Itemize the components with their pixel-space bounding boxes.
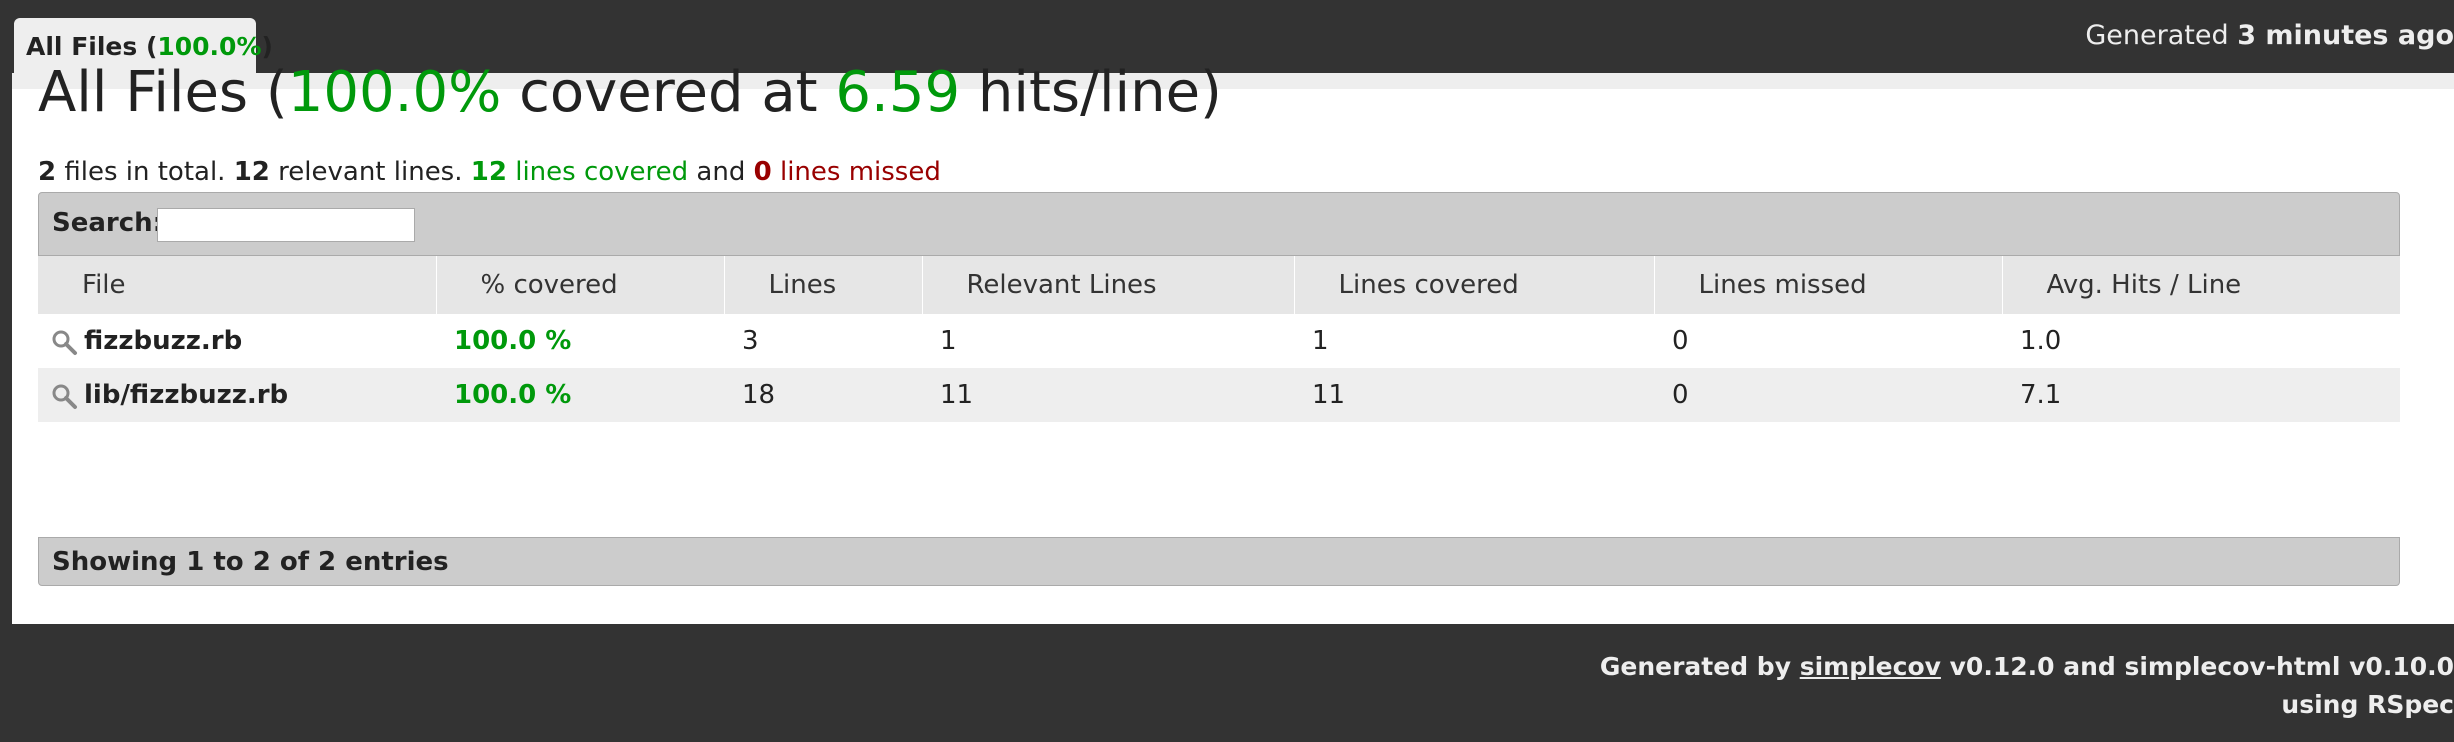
avg-hits-cell: 7.1: [2002, 368, 2400, 422]
footer-using: using RSpec: [2281, 690, 2454, 719]
column-header-file[interactable]: File: [38, 256, 437, 314]
column-header-avg-hits[interactable]: Avg. Hits / Line: [2002, 256, 2400, 314]
tab-label-suffix: ): [261, 32, 273, 61]
magnifier-icon: [50, 382, 78, 410]
relevant-lines-cell: 11: [922, 368, 1294, 422]
tab-label-prefix: All Files (: [26, 32, 158, 61]
search-input[interactable]: [157, 208, 415, 242]
file-cell[interactable]: fizzbuzz.rb: [38, 314, 436, 368]
column-header-lines-covered[interactable]: Lines covered: [1294, 256, 1655, 314]
column-header-lines[interactable]: Lines: [724, 256, 923, 314]
files-table: File % covered Lines Relevant Lines Line…: [38, 256, 2400, 422]
column-header-covered[interactable]: % covered: [436, 256, 725, 314]
page-title: All Files (100.0% covered at 6.59 hits/l…: [38, 60, 1222, 125]
table-row: lib/fizzbuzz.rb 100.0 % 18 11 11 0 7.1: [38, 368, 2400, 422]
generated-prefix: Generated: [2085, 20, 2229, 51]
column-header-lines-missed[interactable]: Lines missed: [1654, 256, 2003, 314]
covered-count: 12: [470, 157, 507, 187]
footer-generated-line: Generated by simplecov v0.12.0 and simpl…: [1600, 648, 2454, 686]
title-percent: 100.0%: [287, 60, 502, 125]
file-name-link[interactable]: fizzbuzz.rb: [84, 326, 242, 356]
simplecov-link[interactable]: simplecov: [1800, 652, 1941, 681]
covered-percent-cell: 100.0 %: [454, 326, 572, 356]
covered-text: lines covered: [506, 157, 689, 187]
footer-versions: v0.12.0 and simplecov-html v0.10.0: [1940, 652, 2454, 681]
lines-missed-cell: 0: [1672, 326, 1689, 356]
relevant-text: relevant lines.: [269, 157, 471, 187]
column-header-relevant-lines[interactable]: Relevant Lines: [922, 256, 1295, 314]
lines-cell: 3: [742, 326, 759, 356]
missed-text: lines missed: [771, 157, 941, 187]
coverage-summary: 2 files in total. 12 relevant lines. 12 …: [38, 157, 941, 187]
lines-missed-cell: 0: [1654, 368, 2002, 422]
table-info-bar: Showing 1 to 2 of 2 entries: [38, 537, 2400, 586]
covered-percent-cell: 100.0 %: [436, 368, 724, 422]
title-hits: 6.59: [835, 60, 961, 125]
file-cell[interactable]: lib/fizzbuzz.rb: [38, 368, 436, 422]
generated-timestamp: Generated 3 minutes ago: [2085, 20, 2454, 51]
relevant-count: 12: [233, 157, 270, 187]
files-count: 2: [38, 157, 57, 187]
files-text: files in total.: [56, 157, 234, 187]
relevant-lines-cell: 1: [940, 326, 957, 356]
search-label: Search:: [52, 208, 164, 238]
avg-hits-cell: 1.0: [2020, 326, 2062, 356]
footer-generated-by: Generated by: [1599, 652, 1800, 681]
table-header-row: File % covered Lines Relevant Lines Line…: [38, 256, 2400, 314]
table-info-text: Showing 1 to 2 of 2 entries: [52, 547, 449, 577]
tab-percent: 100.0%: [157, 32, 262, 61]
magnifier-icon: [50, 328, 78, 356]
title-middle: covered at: [501, 60, 836, 125]
page-footer: Generated by simplecov v0.12.0 and simpl…: [1600, 648, 2454, 724]
file-name-link[interactable]: lib/fizzbuzz.rb: [84, 380, 288, 410]
generated-time: 3 minutes ago: [2237, 20, 2454, 51]
title-prefix: All Files (: [38, 60, 288, 125]
lines-cell: 18: [724, 368, 922, 422]
search-bar: Search:: [38, 192, 2400, 256]
missed-count: 0: [753, 157, 772, 187]
title-suffix: hits/line): [960, 60, 1222, 125]
table-row: fizzbuzz.rb 100.0 % 3 1 1 0 1.0: [38, 314, 2400, 368]
lines-covered-cell: 1: [1312, 326, 1329, 356]
lines-covered-cell: 11: [1294, 368, 1654, 422]
and-text: and: [688, 157, 754, 187]
